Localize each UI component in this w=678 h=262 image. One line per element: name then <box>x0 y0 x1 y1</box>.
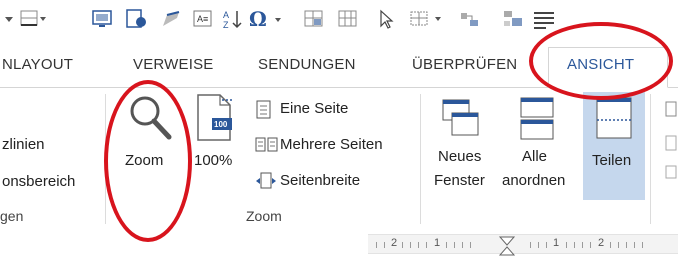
ruler-tick <box>634 242 635 248</box>
group-separator <box>420 94 421 224</box>
sort-icon[interactable]: AZ <box>220 6 244 32</box>
ruler-tick <box>410 242 411 248</box>
text-field-icon[interactable]: A≡ <box>190 6 216 32</box>
ruler-track <box>368 234 678 254</box>
ruler-tick <box>618 242 619 248</box>
group-label-show: gen <box>0 208 24 224</box>
hundred-percent-button[interactable]: 100% <box>194 152 232 169</box>
tab-ueberpruefen[interactable]: ÜBERPRÜFEN <box>412 56 517 73</box>
show-gridlines-label[interactable]: zlinien <box>2 136 45 153</box>
ruler-tick <box>590 242 591 248</box>
ruler-number: 1 <box>434 237 441 249</box>
ruler-tick <box>626 242 627 248</box>
ruler-tick <box>610 242 611 248</box>
screen-icon[interactable] <box>90 6 116 32</box>
indent-marker-icon[interactable] <box>498 236 516 256</box>
tab-verweise[interactable]: VERWEISE <box>133 56 214 73</box>
arrange-all-icon[interactable] <box>518 96 556 142</box>
arrange-all-button-line1[interactable]: Alle <box>522 148 547 165</box>
hundred-percent-icon[interactable]: 100 <box>194 92 238 144</box>
group-shapes-icon[interactable] <box>500 6 526 32</box>
svg-text:Z: Z <box>223 20 229 30</box>
new-window-button-line2[interactable]: Fenster <box>434 172 485 189</box>
symbol-omega-icon[interactable]: Ω <box>246 6 286 32</box>
ruler-tick <box>538 242 539 248</box>
new-window-icon[interactable] <box>440 98 482 138</box>
ruler-tick <box>426 242 427 248</box>
ruler-tick <box>402 242 403 248</box>
side-by-side-icons-partial[interactable] <box>664 100 678 180</box>
navigation-pane-label[interactable]: onsbereich <box>2 173 75 190</box>
ruler-tick <box>470 242 471 248</box>
ruler-tick <box>546 242 547 248</box>
ruler-tick <box>418 242 419 248</box>
ruler-tick <box>384 242 385 248</box>
table-grid-icon[interactable] <box>336 6 360 32</box>
dropdown-arrow-icon[interactable] <box>2 6 16 32</box>
one-page-button[interactable]: Eine Seite <box>280 100 348 117</box>
ribbon-panel: zlinien onsbereich gen Zoom 100 100% Ein… <box>0 88 678 230</box>
ruler-tick <box>462 242 463 248</box>
new-window-button-line1[interactable]: Neues <box>438 148 481 165</box>
split-window-icon[interactable] <box>594 96 634 142</box>
insert-table-icon[interactable] <box>408 6 450 32</box>
ruler-tick <box>566 242 567 248</box>
page-width-icon <box>255 172 277 190</box>
multiple-pages-button[interactable]: Mehrere Seiten <box>280 136 383 153</box>
ruler-tick <box>574 242 575 248</box>
ruler-tick <box>642 242 643 248</box>
group-label-zoom: Zoom <box>246 208 282 224</box>
page-width-button[interactable]: Seitenbreite <box>280 172 360 189</box>
ruler-tick <box>582 242 583 248</box>
annotation-circle-ansicht <box>529 22 673 100</box>
one-page-icon <box>255 100 273 120</box>
ruler-number: 2 <box>391 237 398 249</box>
tab-sendungen[interactable]: SENDUNGEN <box>258 56 356 73</box>
horizontal-ruler[interactable] <box>0 230 678 262</box>
hundred-badge-text: 100 <box>214 120 228 129</box>
edit-icon[interactable] <box>158 6 184 32</box>
shape-connector-icon[interactable] <box>456 6 482 32</box>
ruler-tick <box>454 242 455 248</box>
svg-text:A: A <box>223 10 229 20</box>
ruler-number: 2 <box>598 237 605 249</box>
split-button[interactable]: Teilen <box>592 152 631 169</box>
svg-text:Ω: Ω <box>249 8 267 30</box>
align-text-icon[interactable] <box>530 6 560 32</box>
tab-seitenlayout[interactable]: NLAYOUT <box>2 56 73 73</box>
svg-text:A≡: A≡ <box>197 14 208 24</box>
table-layout-icon[interactable] <box>302 6 326 32</box>
ruler-tick <box>446 242 447 248</box>
multiple-pages-icon <box>255 136 279 154</box>
annotation-circle-zoom <box>104 80 192 242</box>
web-layout-icon[interactable] <box>124 6 150 32</box>
borders-icon[interactable] <box>18 6 48 32</box>
ruler-tick <box>530 242 531 248</box>
arrange-all-button-line2[interactable]: anordnen <box>502 172 565 189</box>
cursor-select-icon[interactable] <box>376 6 398 32</box>
group-separator <box>650 94 651 224</box>
ruler-tick <box>376 242 377 248</box>
ruler-number: 1 <box>553 237 560 249</box>
